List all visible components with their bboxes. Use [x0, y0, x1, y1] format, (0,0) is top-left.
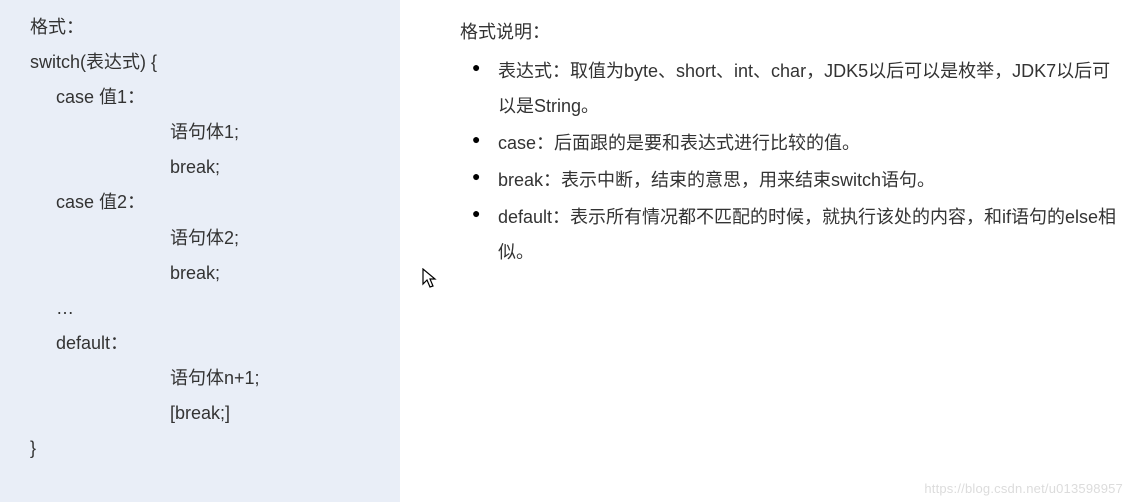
format-title: 格式： [30, 10, 384, 45]
code-line: break; [30, 256, 384, 291]
code-line: case 值2： [30, 185, 384, 220]
mouse-cursor-icon [422, 268, 438, 290]
code-format-panel: 格式： switch(表达式) { case 值1： 语句体1; break; … [0, 0, 400, 502]
code-line: 语句体1; [30, 115, 384, 150]
list-item: break：表示中断，结束的意思，用来结束switch语句。 [468, 163, 1125, 198]
list-item: 表达式：取值为byte、short、int、char，JDK5以后可以是枚举，J… [468, 54, 1125, 124]
code-line: [break;] [30, 396, 384, 431]
list-item: case：后面跟的是要和表达式进行比较的值。 [468, 126, 1125, 161]
code-line: 语句体n+1; [30, 361, 384, 396]
code-line: switch(表达式) { [30, 45, 384, 80]
explanation-panel: 格式说明： 表达式：取值为byte、short、int、char，JDK5以后可… [400, 0, 1135, 502]
explanation-title: 格式说明： [460, 18, 1125, 44]
explanation-list: 表达式：取值为byte、short、int、char，JDK5以后可以是枚举，J… [468, 54, 1125, 271]
list-item: default：表示所有情况都不匹配的时候，就执行该处的内容，和if语句的els… [468, 200, 1125, 270]
code-line: } [30, 431, 384, 466]
code-line: default： [30, 326, 384, 361]
code-line: break; [30, 150, 384, 185]
code-line-ellipsis: … [30, 291, 384, 326]
code-line: case 值1： [30, 80, 384, 115]
watermark-text: https://blog.csdn.net/u013598957 [924, 481, 1123, 496]
code-line: 语句体2; [30, 221, 384, 256]
